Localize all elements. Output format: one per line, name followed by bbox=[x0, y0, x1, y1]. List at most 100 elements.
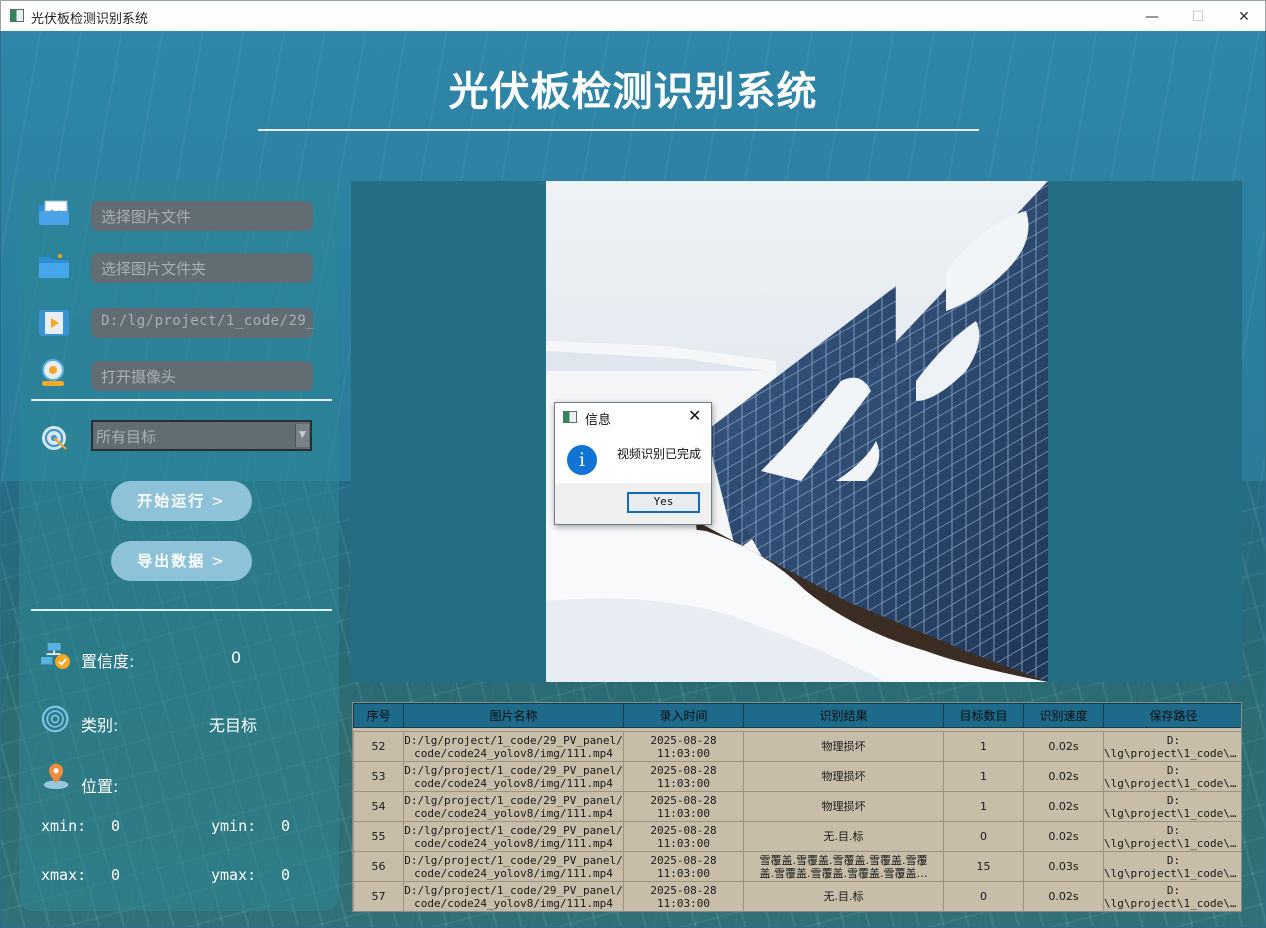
row-path: D: \lg\project\1_code\2… bbox=[1103, 731, 1242, 762]
row-time: 2025-08-28 11:03:00 bbox=[623, 731, 744, 762]
class-value: 无目标 bbox=[209, 716, 258, 735]
start-button-label: 开始运行 bbox=[137, 492, 206, 510]
start-button[interactable]: 开始运行 > bbox=[111, 481, 252, 521]
class-label: 类别: bbox=[81, 716, 119, 735]
target-select-value: 所有目标 bbox=[96, 428, 157, 446]
xmin-label: xmin: bbox=[41, 817, 87, 835]
row-id: 57 bbox=[353, 881, 404, 911]
concentric-circles-icon bbox=[41, 705, 69, 733]
window-title: 光伏板检测识别系统 bbox=[31, 12, 149, 27]
row-id: 54 bbox=[353, 791, 404, 822]
camera-input[interactable]: 打开摄像头 bbox=[91, 361, 313, 391]
row-speed: 0.02s bbox=[1023, 761, 1104, 792]
column-header[interactable]: 保存路径 bbox=[1103, 703, 1241, 728]
folder-icon[interactable] bbox=[37, 252, 71, 280]
row-speed: 0.02s bbox=[1023, 881, 1104, 911]
row-result: 雪覆盖.雪覆盖.雪覆盖.雪覆盖.雪覆 盖.雪覆盖.雪覆盖.雪覆盖.雪覆盖… bbox=[743, 851, 944, 882]
sidebar-divider-bottom bbox=[31, 609, 332, 611]
table-row[interactable]: 55 D:/lg/project/1_code/29_PV_panel/ cod… bbox=[353, 821, 1242, 852]
row-result: 无.目.标 bbox=[743, 881, 944, 911]
row-id: 55 bbox=[353, 821, 404, 852]
info-icon: i bbox=[567, 445, 597, 475]
video-path-input[interactable]: D:/lg/project/1_code/29_PV_ bbox=[91, 308, 313, 338]
flowchart-check-icon bbox=[41, 642, 70, 670]
column-header[interactable]: 识别结果 bbox=[743, 703, 944, 728]
xmax-label: xmax: bbox=[41, 866, 87, 884]
table-header-row: 序号 图片名称 录入时间 识别结果 目标数目 识别速度 保存路径 bbox=[353, 703, 1241, 728]
row-id: 56 bbox=[353, 851, 404, 882]
dialog-message: 视频识别已完成 bbox=[617, 447, 702, 461]
info-dialog: 信息 ✕ i 视频识别已完成 Yes bbox=[554, 402, 712, 525]
row-count: 0 bbox=[943, 821, 1024, 852]
ymin-label: ymin: bbox=[211, 817, 257, 835]
ymin-value: 0 bbox=[281, 817, 291, 835]
row-speed: 0.02s bbox=[1023, 791, 1104, 822]
app-icon bbox=[10, 9, 24, 22]
row-result: 物理损坏 bbox=[743, 761, 944, 792]
image-file-input[interactable]: 选择图片文件 bbox=[91, 201, 313, 231]
row-name: D:/lg/project/1_code/29_PV_panel/ code/c… bbox=[403, 821, 624, 852]
close-button[interactable]: ✕ bbox=[1221, 1, 1266, 32]
chevron-down-icon[interactable]: ▼ bbox=[295, 424, 309, 447]
row-time: 2025-08-28 11:03:00 bbox=[623, 821, 744, 852]
column-header[interactable]: 识别速度 bbox=[1023, 703, 1104, 728]
row-id: 53 bbox=[353, 761, 404, 792]
target-select[interactable]: 所有目标 ▼ bbox=[91, 420, 312, 451]
row-count: 15 bbox=[943, 851, 1024, 882]
row-speed: 0.03s bbox=[1023, 851, 1104, 882]
row-path: D: \lg\project\1_code\2… bbox=[1103, 761, 1242, 792]
page-title: 光伏板检测识别系统 bbox=[448, 69, 818, 115]
row-path: D: \lg\project\1_code\2… bbox=[1103, 821, 1242, 852]
table-row[interactable]: 52 D:/lg/project/1_code/29_PV_panel/ cod… bbox=[353, 731, 1242, 762]
dialog-close-icon[interactable]: ✕ bbox=[688, 406, 701, 425]
column-header[interactable]: 序号 bbox=[353, 703, 404, 728]
column-header[interactable]: 录入时间 bbox=[623, 703, 744, 728]
sidebar-divider-top bbox=[31, 399, 332, 401]
table-row[interactable]: 56 D:/lg/project/1_code/29_PV_panel/ cod… bbox=[353, 851, 1241, 882]
ymax-value: 0 bbox=[281, 866, 291, 884]
chevron-right-icon: > bbox=[211, 492, 226, 510]
table-row[interactable]: 57 D:/lg/project/1_code/29_PV_panel/ cod… bbox=[353, 881, 1242, 911]
title-divider bbox=[258, 129, 979, 131]
export-button[interactable]: 导出数据 > bbox=[111, 541, 252, 581]
row-name: D:/lg/project/1_code/29_PV_panel/ code/c… bbox=[403, 791, 624, 822]
xmin-value: 0 bbox=[111, 817, 121, 835]
maximize-button[interactable]: ☐ bbox=[1175, 1, 1221, 32]
column-header[interactable]: 目标数目 bbox=[943, 703, 1024, 728]
export-button-label: 导出数据 bbox=[137, 552, 206, 570]
row-name: D:/lg/project/1_code/29_PV_panel/ code/c… bbox=[403, 731, 624, 762]
chevron-right-icon: > bbox=[211, 552, 226, 570]
row-count: 0 bbox=[943, 881, 1024, 911]
webcam-icon[interactable] bbox=[38, 359, 72, 387]
minimize-button[interactable]: — bbox=[1129, 1, 1175, 32]
position-label: 位置: bbox=[81, 777, 119, 796]
dialog-title: 信息 bbox=[585, 413, 612, 428]
row-time: 2025-08-28 11:03:00 bbox=[623, 791, 744, 822]
results-table: 序号 图片名称 录入时间 识别结果 目标数目 识别速度 保存路径 52 D:/l… bbox=[352, 702, 1242, 912]
row-speed: 0.02s bbox=[1023, 821, 1104, 852]
confidence-value: 0 bbox=[231, 648, 242, 667]
column-header[interactable]: 图片名称 bbox=[403, 703, 624, 728]
row-count: 1 bbox=[943, 761, 1024, 792]
row-result: 物理损坏 bbox=[743, 731, 944, 762]
location-pin-icon bbox=[43, 763, 69, 790]
dialog-app-icon bbox=[563, 411, 577, 423]
image-folder-icon[interactable] bbox=[37, 199, 71, 227]
yes-button[interactable]: Yes bbox=[627, 492, 700, 513]
table-row[interactable]: 53 D:/lg/project/1_code/29_PV_panel/ cod… bbox=[353, 761, 1242, 792]
table-row[interactable]: 54 D:/lg/project/1_code/29_PV_panel/ cod… bbox=[353, 791, 1242, 822]
row-path: D: \lg\project\1_code\2… bbox=[1103, 881, 1242, 911]
xmax-value: 0 bbox=[111, 866, 121, 884]
row-time: 2025-08-28 11:03:00 bbox=[623, 761, 744, 792]
row-speed: 0.02s bbox=[1023, 731, 1104, 762]
row-name: D:/lg/project/1_code/29_PV_panel/ code/c… bbox=[403, 761, 624, 792]
target-icon bbox=[42, 426, 67, 450]
video-file-icon[interactable] bbox=[38, 309, 72, 337]
row-time: 2025-08-28 11:03:00 bbox=[623, 851, 744, 882]
row-name: D:/lg/project/1_code/29_PV_panel/ code/c… bbox=[403, 851, 624, 882]
confidence-label: 置信度: bbox=[81, 652, 135, 671]
row-path: D: \lg\project\1_code\2… bbox=[1103, 791, 1242, 822]
row-count: 1 bbox=[943, 731, 1024, 762]
image-folder-input[interactable]: 选择图片文件夹 bbox=[91, 253, 313, 283]
ymax-label: ymax: bbox=[211, 866, 257, 884]
